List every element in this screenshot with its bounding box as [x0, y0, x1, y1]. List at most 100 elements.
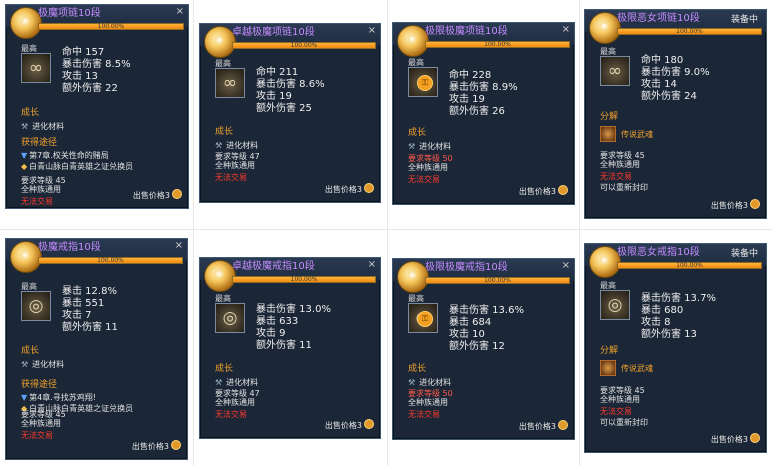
sell-price-label: 出售价格3 — [518, 187, 556, 196]
item-title: 卓越极魔戒指10段 — [232, 261, 315, 272]
item-title: 卓越极魔项链10段 — [232, 27, 315, 38]
item-title: 极魔戒指10段 — [38, 242, 101, 253]
progress-text: 100.00% — [484, 277, 511, 284]
equipped-label: 装备中 — [730, 249, 758, 259]
quest-icon: ▼ — [21, 393, 28, 402]
close-icon[interactable]: × — [368, 259, 376, 270]
sell-price-label: 出售价格3 — [710, 201, 748, 210]
decompose-heading: 分解 — [600, 346, 619, 356]
material-label: 进化材料 — [419, 378, 452, 387]
close-icon[interactable]: × — [562, 260, 570, 271]
legend-soul-label: 传说武魂 — [621, 130, 653, 139]
stat-line: 暴击伤害 13.6% — [449, 305, 524, 316]
ring-icon[interactable]: ◎ — [215, 303, 245, 333]
growth-heading: 成长 — [21, 108, 40, 118]
coin-icon — [172, 189, 182, 199]
stat-line: 攻击 19 — [256, 91, 292, 102]
acquire-route[interactable]: ◆ 白青山脉白青英雄之证兑换员 — [21, 161, 133, 172]
necklace-icon[interactable]: ∞ — [600, 56, 630, 86]
growth-heading: 成长 — [408, 364, 427, 374]
stat-line: 攻击 8 — [641, 317, 671, 328]
close-icon[interactable]: × — [562, 24, 570, 35]
item-title: 极限极魔项链10段 — [425, 26, 508, 37]
stat-line: 暴击伤害 8.6% — [256, 79, 325, 90]
material-label: 进化材料 — [419, 142, 452, 151]
acquire-route[interactable]: ▼ 第4章.寻找苏鸡翔! — [21, 392, 96, 403]
required-level: 要求等级 47 — [215, 152, 260, 161]
coin-icon — [750, 433, 760, 443]
no-trade-text: 无法交易 — [21, 197, 53, 206]
rebind-text: 可以重新封印 — [600, 183, 648, 192]
ring-icon[interactable]: ◎ — [21, 291, 51, 321]
necklace-icon[interactable]: ∞⚿ — [408, 67, 438, 97]
material-line: ⚒ 进化材料 — [21, 359, 64, 370]
stat-line: 暴击 12.8% — [62, 286, 117, 297]
material-line: ⚒ 进化材料 — [408, 141, 451, 152]
no-trade-text: 无法交易 — [215, 173, 247, 182]
grid-divider — [0, 229, 772, 230]
material-line: ⚒ 进化材料 — [215, 377, 258, 388]
stat-list: 命中 211 暴击伤害 8.6% 攻击 19 额外伤害 25 — [256, 67, 325, 115]
sell-price: 出售价格3 — [325, 419, 374, 431]
acquire-heading: 获得途径 — [21, 380, 58, 390]
legend-soul-icon — [600, 360, 616, 376]
hammer-icon: ⚒ — [215, 141, 223, 150]
item-tooltip: 极限极魔项链10段×100.00%最高∞⚿命中 228暴击伤害 8.9%攻击 1… — [392, 22, 575, 205]
ring-icon[interactable]: ◎⚿ — [408, 303, 438, 333]
item-title: 极限恶女项链10段 — [617, 13, 700, 24]
stat-line: 额外伤害 24 — [641, 91, 697, 102]
stat-line: 命中 228 — [449, 70, 492, 81]
stat-line: 额外伤害 25 — [256, 103, 312, 114]
item-tooltip: 极限恶女戒指10段 装备中 100.00% 最高 ◎ 暴击伤害 13.7% 暴击 680 攻击… — [584, 243, 767, 453]
stat-line: 暴击 680 — [641, 305, 684, 316]
stat-list: 暴击伤害 13.7% 暴击 680 攻击 8 额外伤害 13 — [641, 293, 716, 341]
equipped-label: 装备中 — [730, 15, 758, 25]
progress-bar: 100.00% — [38, 257, 183, 264]
close-icon[interactable]: × — [176, 6, 184, 17]
route-text: 第7章.权关性命的赌局 — [29, 151, 109, 160]
sell-price: 出售价格3 — [519, 185, 568, 197]
stat-line: 攻击 14 — [641, 79, 677, 90]
progress-bar: 100.00% — [617, 28, 762, 35]
no-trade-text: 无法交易 — [408, 175, 440, 184]
stat-line: 暴击伤害 13.0% — [256, 304, 331, 315]
ring-icon[interactable]: ◎ — [600, 290, 630, 320]
necklace-icon[interactable]: ∞ — [21, 53, 51, 83]
rebind-text: 可以重新封印 — [600, 418, 648, 427]
stat-line: 攻击 7 — [62, 310, 92, 321]
progress-text: 100.00% — [290, 42, 318, 49]
stat-line: 攻击 13 — [62, 71, 98, 82]
coin-icon — [171, 440, 181, 450]
grid-divider — [193, 0, 194, 466]
stat-list: 命中 180 暴击伤害 9.0% 攻击 14 额外伤害 24 — [641, 55, 710, 103]
coin-icon — [558, 420, 568, 430]
close-icon[interactable]: × — [368, 25, 376, 36]
required-level: 要求等级 47 — [215, 389, 260, 398]
route-text: 白青山脉白青英雄之证兑换员 — [29, 162, 134, 171]
required-level: 要求等级 50 — [408, 154, 453, 163]
acquire-route[interactable]: ▼ 第7章.权关性命的赌局 — [21, 150, 109, 161]
coin-icon — [364, 419, 374, 429]
progress-text: 100.00% — [97, 257, 124, 264]
stat-line: 额外伤害 11 — [62, 322, 118, 333]
stat-line: 暴击 551 — [62, 298, 105, 309]
stat-line: 暴击伤害 8.9% — [449, 82, 518, 93]
grid-divider — [579, 0, 580, 466]
lock-icon: ⚿ — [417, 311, 433, 327]
progress-bar: 100.00% — [232, 42, 376, 49]
stat-line: 额外伤害 22 — [62, 83, 118, 94]
required-level: 要求等级 45 — [21, 176, 66, 185]
race-text: 全种族通用 — [21, 185, 61, 194]
acquire-heading: 获得途径 — [21, 138, 58, 148]
required-level: 要求等级 45 — [21, 410, 66, 419]
ring-glyph-icon: ◎ — [28, 296, 44, 316]
no-trade-text: 无法交易 — [215, 410, 247, 419]
legend-soul-icon — [600, 126, 616, 142]
required-level: 要求等级 50 — [408, 389, 453, 398]
necklace-icon[interactable]: ∞ — [215, 68, 245, 98]
ring-glyph-icon: ◎ — [607, 295, 623, 315]
sell-price: 出售价格3 — [711, 433, 760, 445]
item-tooltip: 极魔戒指10段 × 100.00% 最高 ◎ 暴击 12.8% 暴击 551 攻击 7 额外伤害… — [5, 238, 188, 460]
close-icon[interactable]: × — [175, 240, 183, 251]
chain-glyph-icon: ∞ — [607, 61, 623, 81]
